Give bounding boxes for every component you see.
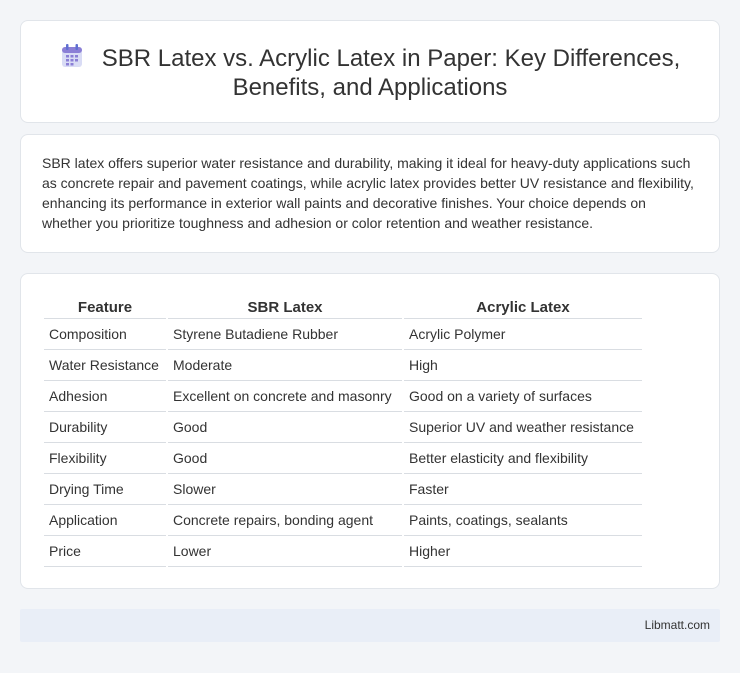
cell-feature: Application bbox=[44, 505, 166, 536]
calendar-icon bbox=[60, 43, 84, 69]
table-header-row: Feature SBR Latex Acrylic Latex bbox=[44, 295, 642, 319]
cell-sbr: Concrete repairs, bonding agent bbox=[168, 505, 402, 536]
cell-feature: Flexibility bbox=[44, 443, 166, 474]
cell-feature: Drying Time bbox=[44, 474, 166, 505]
summary-card: SBR latex offers superior water resistan… bbox=[20, 134, 720, 253]
table-row: Flexibility Good Better elasticity and f… bbox=[44, 443, 642, 474]
cell-feature: Adhesion bbox=[44, 381, 166, 412]
comparison-card: Feature SBR Latex Acrylic Latex Composit… bbox=[20, 273, 720, 589]
cell-sbr: Good bbox=[168, 443, 402, 474]
header-feature: Feature bbox=[44, 295, 166, 319]
cell-feature: Price bbox=[44, 536, 166, 567]
table-row: Water Resistance Moderate High bbox=[44, 350, 642, 381]
title-card: SBR Latex vs. Acrylic Latex in Paper: Ke… bbox=[20, 20, 720, 123]
page-title: SBR Latex vs. Acrylic Latex in Paper: Ke… bbox=[101, 45, 681, 101]
header-acrylic-latex: Acrylic Latex bbox=[404, 295, 642, 319]
cell-sbr: Good bbox=[168, 412, 402, 443]
cell-sbr: Slower bbox=[168, 474, 402, 505]
cell-acrylic: Good on a variety of surfaces bbox=[404, 381, 642, 412]
cell-feature: Durability bbox=[44, 412, 166, 443]
cell-sbr: Styrene Butadiene Rubber bbox=[168, 319, 402, 350]
cell-feature: Composition bbox=[44, 319, 166, 350]
table-row: Adhesion Excellent on concrete and mason… bbox=[44, 381, 642, 412]
cell-feature: Water Resistance bbox=[44, 350, 166, 381]
table-row: Durability Good Superior UV and weather … bbox=[44, 412, 642, 443]
cell-acrylic: Acrylic Polymer bbox=[404, 319, 642, 350]
comparison-table: Feature SBR Latex Acrylic Latex Composit… bbox=[42, 295, 644, 567]
cell-sbr: Lower bbox=[168, 536, 402, 567]
table-row: Composition Styrene Butadiene Rubber Acr… bbox=[44, 319, 642, 350]
footer-brand[interactable]: Libmatt.com bbox=[645, 618, 710, 632]
cell-sbr: Moderate bbox=[168, 350, 402, 381]
cell-acrylic: Faster bbox=[404, 474, 642, 505]
footer-bar: Libmatt.com bbox=[20, 609, 720, 642]
cell-acrylic: Better elasticity and flexibility bbox=[404, 443, 642, 474]
cell-acrylic: High bbox=[404, 350, 642, 381]
page-title-wrap: SBR Latex vs. Acrylic Latex in Paper: Ke… bbox=[21, 43, 719, 102]
cell-acrylic: Superior UV and weather resistance bbox=[404, 412, 642, 443]
table-row: Drying Time Slower Faster bbox=[44, 474, 642, 505]
summary-text: SBR latex offers superior water resistan… bbox=[42, 155, 694, 231]
cell-acrylic: Paints, coatings, sealants bbox=[404, 505, 642, 536]
header-sbr-latex: SBR Latex bbox=[168, 295, 402, 319]
table-row: Price Lower Higher bbox=[44, 536, 642, 567]
cell-acrylic: Higher bbox=[404, 536, 642, 567]
table-row: Application Concrete repairs, bonding ag… bbox=[44, 505, 642, 536]
cell-sbr: Excellent on concrete and masonry bbox=[168, 381, 402, 412]
